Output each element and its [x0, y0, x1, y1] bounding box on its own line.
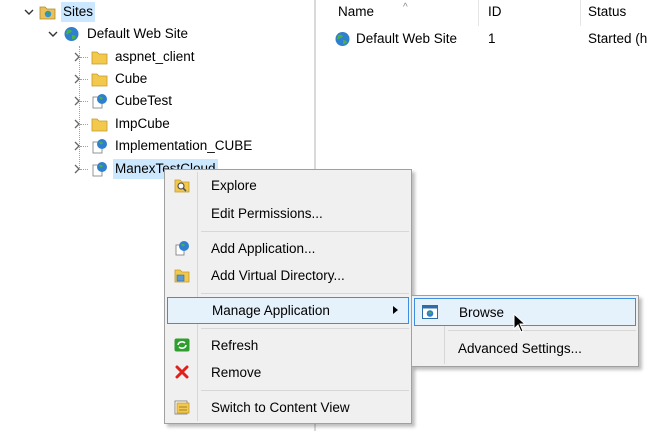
explore-icon [167, 172, 197, 198]
web-application-icon [91, 138, 108, 154]
folder-icon [91, 71, 108, 87]
sites-folder-icon [39, 4, 56, 20]
tree-node-cube[interactable]: Cube [70, 68, 149, 90]
web-application-icon [91, 93, 108, 109]
chevron-right-icon[interactable] [70, 94, 84, 108]
menu-separator [201, 328, 409, 329]
menu-item-label: Switch to Content View [211, 399, 350, 415]
menu-separator [201, 390, 409, 391]
menu-item-label: Refresh [211, 337, 259, 353]
menu-separator [201, 293, 409, 294]
refresh-icon [167, 332, 197, 358]
menu-item-refresh[interactable]: Refresh [167, 332, 409, 358]
tree-node-label[interactable]: ImpCube [113, 114, 172, 134]
menu-item-label: Remove [211, 364, 262, 380]
globe-icon [63, 26, 80, 42]
menu-item-add-application[interactable]: Add Application... [167, 235, 409, 261]
content-view-icon [167, 394, 197, 420]
menu-item-label: Add Virtual Directory... [211, 267, 345, 283]
chevron-down-icon[interactable] [22, 5, 36, 19]
tree-node-label[interactable]: Implementation_CUBE [113, 136, 254, 156]
menu-item-explore[interactable]: Explore [167, 172, 409, 198]
submenu-arrow-icon [393, 306, 398, 314]
tree-node-aspnet-client[interactable]: aspnet_client [70, 46, 197, 68]
menu-item-add-virtual-directory[interactable]: Add Virtual Directory... [167, 262, 409, 288]
web-application-icon [91, 161, 108, 177]
tree-node-label[interactable]: Cube [113, 69, 149, 89]
column-header-id[interactable]: ID [480, 0, 580, 26]
cell-text: Default Web Site [356, 31, 458, 46]
browse-icon [415, 299, 445, 325]
menu-item-label: Browse [459, 304, 505, 320]
menu-item-advanced-settings[interactable]: Advanced Settings... [414, 334, 636, 362]
chevron-down-icon[interactable] [46, 27, 60, 41]
column-divider[interactable] [478, 0, 479, 26]
tree-node-cubetest[interactable]: CubeTest [70, 90, 174, 112]
tree-node-label[interactable]: Default Web Site [85, 24, 190, 44]
cell-text: Started (h [588, 31, 648, 46]
menu-item-label: Manage Application [212, 303, 330, 318]
menu-item-label: Explore [211, 177, 257, 193]
menu-item-label: Advanced Settings... [458, 340, 582, 356]
column-header-label: Name [338, 4, 375, 19]
folder-icon [91, 49, 108, 65]
column-header-label: ID [488, 4, 502, 19]
menu-item-edit-permissions[interactable]: Edit Permissions... [167, 200, 409, 226]
list-row-id[interactable]: 1 [488, 28, 496, 50]
column-header-name[interactable]: Name ^ [330, 0, 480, 26]
tree-node-default-web-site[interactable]: Default Web Site [46, 23, 190, 45]
tree-node-label[interactable]: aspnet_client [113, 47, 197, 67]
chevron-right-icon[interactable] [70, 117, 84, 131]
column-header-status[interactable]: Status [580, 0, 649, 26]
tree-node-implementation-cube[interactable]: Implementation_CUBE [70, 135, 254, 157]
folder-icon [91, 116, 108, 132]
menu-item-label: Add Application... [211, 240, 316, 256]
menu-item-label: Edit Permissions... [211, 205, 323, 221]
tree-node-sites[interactable]: Sites [22, 1, 96, 23]
menu-item-switch-to-content-view[interactable]: Switch to Content View [167, 394, 409, 420]
chevron-right-icon[interactable] [70, 50, 84, 64]
chevron-right-icon[interactable] [70, 72, 84, 86]
globe-icon [334, 31, 351, 47]
menu-item-manage-application[interactable]: Manage Application [167, 297, 409, 324]
tree-node-label[interactable]: Sites [61, 2, 96, 22]
list-row-status[interactable]: Started (h [588, 28, 647, 50]
sort-arrow-icon: ^ [403, 2, 408, 13]
chevron-right-icon[interactable] [70, 139, 84, 153]
mouse-pointer-icon [513, 312, 527, 336]
tree-node-impcube[interactable]: ImpCube [70, 113, 172, 135]
list-row-name[interactable]: Default Web Site [334, 28, 457, 50]
chevron-right-icon[interactable] [70, 162, 84, 176]
cell-text: 1 [488, 31, 496, 46]
menu-separator [448, 330, 636, 331]
add-application-icon [167, 235, 197, 261]
menu-item-remove[interactable]: Remove [167, 359, 409, 385]
column-header-label: Status [588, 4, 627, 19]
context-menu[interactable]: Explore Edit Permissions... Add Applicat… [164, 169, 412, 424]
remove-icon [167, 359, 197, 385]
menu-separator [201, 231, 409, 232]
tree-node-label[interactable]: CubeTest [113, 91, 174, 111]
add-virtual-directory-icon [167, 262, 197, 288]
